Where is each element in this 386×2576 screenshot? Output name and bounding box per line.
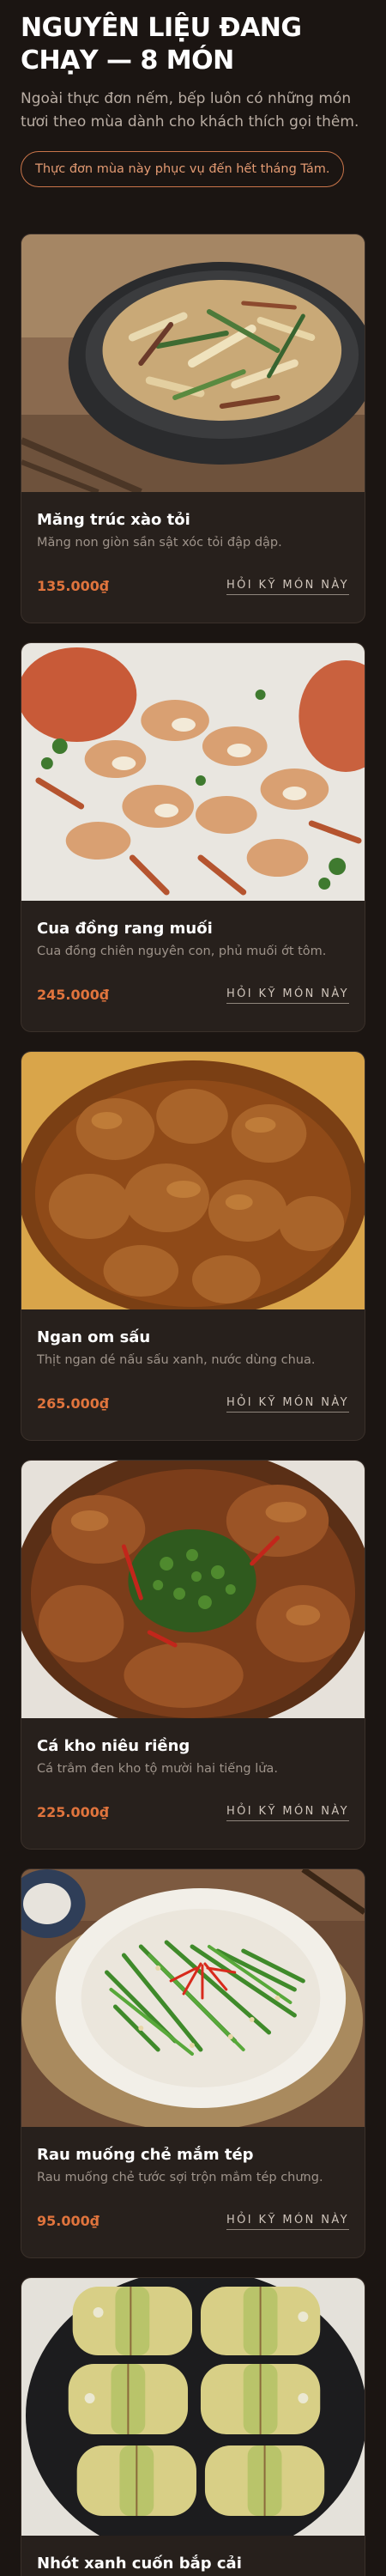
dish-price: 245.000₫ xyxy=(37,987,110,1003)
ask-about-dish-link[interactable]: Hỏi kỹ món này xyxy=(226,1805,349,1821)
dish-card-body: Cá kho niêu riềng Cá trắm đen kho tộ mườ… xyxy=(21,1718,365,1849)
page-subtitle: Ngoài thực đơn nếm, bếp luôn có những mó… xyxy=(21,90,359,131)
dish-description: Rau muống chẻ tước sợi trộn mắm tép chưn… xyxy=(37,2171,323,2184)
dish-card-body: Rau muống chẻ mắm tép Rau muống chẻ tước… xyxy=(21,2127,365,2257)
ask-about-dish-link[interactable]: Hỏi kỹ món này xyxy=(226,2214,349,2230)
dish-description: Cua đồng chiên nguyên con, phủ muối ớt t… xyxy=(37,945,327,958)
dish-name: Cua đồng rang muối xyxy=(37,920,213,938)
dish-description: Cá trắm đen kho tộ mười hai tiếng lửa. xyxy=(37,1762,278,1776)
dish-card-body: Măng trúc xào tỏi Măng non giòn sần sật … xyxy=(21,492,365,623)
dish-photo-cabbage-rolls xyxy=(21,2278,365,2536)
dish-card-body: Cua đồng rang muối Cua đồng chiên nguyên… xyxy=(21,901,365,1031)
dish-card[interactable]: Cua đồng rang muối Cua đồng chiên nguyên… xyxy=(21,642,365,1032)
dish-photo-crab xyxy=(21,643,365,901)
dish-price: 135.000₫ xyxy=(37,578,110,594)
dish-photo-braised-fish xyxy=(21,1461,365,1718)
dish-name: Cá kho niêu riềng xyxy=(37,1737,190,1755)
dish-card[interactable]: Rau muống chẻ mắm tép Rau muống chẻ tước… xyxy=(21,1868,365,2258)
ask-about-dish-link[interactable]: Hỏi kỹ món này xyxy=(226,579,349,595)
season-notice-badge: Thực đơn mùa này phục vụ đến hết tháng T… xyxy=(21,151,345,187)
dish-card[interactable]: Măng trúc xào tỏi Măng non giòn sần sật … xyxy=(21,234,365,623)
page-title: Nguyên liệu đang chạy — 8 món xyxy=(21,13,302,76)
dish-photo-water-spinach xyxy=(21,1869,365,2127)
page: Nguyên liệu đang chạy — 8 món Ngoài thực… xyxy=(0,0,386,2576)
dish-price: 95.000₫ xyxy=(37,2213,100,2229)
ask-about-dish-link[interactable]: Hỏi kỹ món này xyxy=(226,987,349,1004)
dish-card[interactable]: Cá kho niêu riềng Cá trắm đen kho tộ mườ… xyxy=(21,1460,365,1850)
dish-card-body: Ngan om sấu Thịt ngan dé nấu sấu xanh, n… xyxy=(21,1309,365,1440)
dish-price: 225.000₫ xyxy=(37,1804,110,1820)
dish-card-body: Nhót xanh cuốn bắp cải xyxy=(21,2536,365,2576)
dish-name: Ngan om sấu xyxy=(37,1328,151,1346)
dish-name: Măng trúc xào tỏi xyxy=(37,511,190,529)
dish-name: Nhót xanh cuốn bắp cải xyxy=(37,2555,242,2573)
page-header: Nguyên liệu đang chạy — 8 món Ngoài thực… xyxy=(0,0,386,187)
dish-card[interactable]: Ngan om sấu Thịt ngan dé nấu sấu xanh, n… xyxy=(21,1051,365,1441)
dish-name: Rau muống chẻ mắm tép xyxy=(37,2146,254,2164)
dish-description: Măng non giòn sần sật xóc tỏi đập dập. xyxy=(37,536,282,550)
dish-price: 265.000₫ xyxy=(37,1395,110,1412)
dish-photo-duck-stew xyxy=(21,1052,365,1309)
dish-card[interactable]: Nhót xanh cuốn bắp cải xyxy=(21,2277,365,2576)
ask-about-dish-link[interactable]: Hỏi kỹ món này xyxy=(226,1396,349,1413)
dish-description: Thịt ngan dé nấu sấu xanh, nước dùng chu… xyxy=(37,1353,316,1367)
dish-photo-bamboo-shoots xyxy=(21,234,365,492)
